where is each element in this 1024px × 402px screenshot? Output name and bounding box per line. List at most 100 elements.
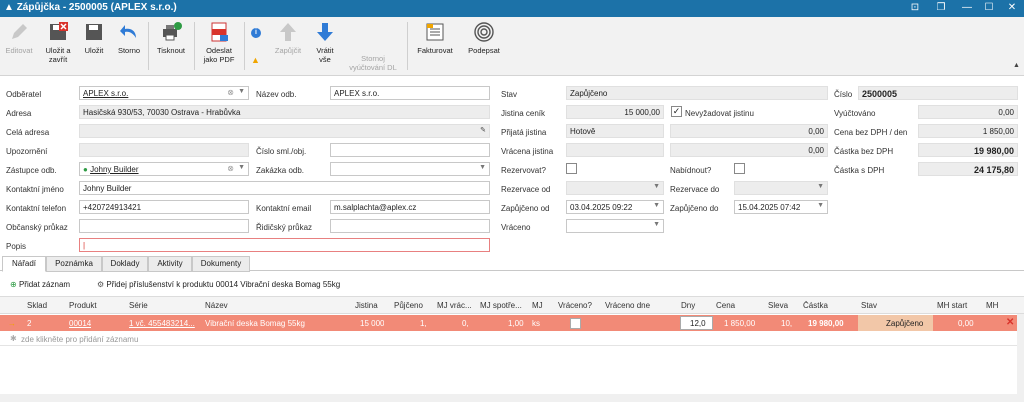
- edit-button[interactable]: Editovat: [4, 21, 34, 55]
- vertical-scrollbar[interactable]: [1017, 314, 1024, 402]
- column-header[interactable]: Vráceno?: [558, 301, 600, 310]
- cislo-sml-field[interactable]: [330, 143, 490, 157]
- column-header[interactable]: MJ: [532, 301, 550, 310]
- column-header[interactable]: Jistina: [355, 301, 385, 310]
- cell-serie-link[interactable]: 1 vč. 455483214...: [129, 319, 201, 328]
- cislo-label: Číslo: [834, 90, 853, 99]
- horizontal-scrollbar[interactable]: [0, 394, 1017, 402]
- save-button[interactable]: Uložit: [80, 21, 108, 55]
- chevron-down-icon[interactable]: ▼: [238, 164, 245, 171]
- add-record-button[interactable]: ⊕ Přidat záznam: [10, 280, 70, 289]
- column-header[interactable]: Dny: [681, 301, 709, 310]
- collapse-ribbon-icon[interactable]: ▲: [1013, 62, 1020, 69]
- maximize-icon[interactable]: ❐: [930, 1, 952, 15]
- zastupce-field[interactable]: ● Johny Builder ⊗ ▼: [79, 162, 249, 176]
- cell-nazev[interactable]: Vibrační deska Bomag 55kg: [205, 319, 305, 328]
- table-row[interactable]: → 2 00014 1 vč. 455483214... Vibrační de…: [0, 315, 1020, 331]
- kontaktni-jmeno-field[interactable]: Johny Builder: [79, 181, 490, 195]
- cancel-dl-button[interactable]: Stornoj vyúčtování DL: [344, 54, 402, 72]
- storno-button[interactable]: Storno: [113, 21, 145, 55]
- column-header[interactable]: Série: [129, 301, 199, 310]
- column-header[interactable]: Název: [205, 301, 345, 310]
- upozorneni-field[interactable]: [79, 143, 249, 157]
- column-header[interactable]: Půjčeno: [394, 301, 430, 310]
- pencil-icon[interactable]: ✎: [480, 126, 486, 134]
- column-header[interactable]: Produkt: [69, 301, 124, 310]
- cell-mj[interactable]: ks: [532, 319, 540, 328]
- tab-doklady[interactable]: Doklady: [102, 256, 148, 272]
- zapujceno-do-field[interactable]: 15.04.2025 07:42 ▼: [734, 200, 828, 214]
- chevron-down-icon[interactable]: ▼: [479, 164, 486, 171]
- vraceno-field[interactable]: ▼: [566, 219, 664, 233]
- info-icon[interactable]: i: [251, 28, 261, 38]
- column-header[interactable]: Částka: [803, 301, 853, 310]
- send-pdf-button[interactable]: Odeslat jako PDF: [199, 21, 239, 64]
- clear-icon[interactable]: ⊗: [227, 88, 234, 97]
- cell-castka[interactable]: 19 980,00: [808, 319, 844, 328]
- column-header[interactable]: MH start: [937, 301, 977, 310]
- lend-button[interactable]: Zapůjčit: [268, 21, 308, 55]
- column-header[interactable]: MH: [986, 301, 1006, 310]
- rezervace-od-field[interactable]: ▼: [566, 181, 664, 195]
- invoice-button[interactable]: Fakturovat: [412, 21, 458, 55]
- column-header[interactable]: Sleva: [768, 301, 798, 310]
- column-header[interactable]: MJ vrác...: [437, 301, 475, 310]
- column-header[interactable]: Stav: [861, 301, 921, 310]
- delete-row-icon[interactable]: ✕: [1006, 317, 1014, 328]
- save-close-button[interactable]: Uložit a zavřít: [40, 21, 76, 64]
- nabidnout-checkbox[interactable]: [734, 163, 745, 174]
- telefon-field[interactable]: +420724913421: [79, 200, 249, 214]
- add-accessory-button[interactable]: ⚙ Přidej příslušenství k produktu 00014 …: [97, 280, 340, 289]
- cell-mj-spot[interactable]: 1,00: [508, 319, 524, 328]
- cell-sleva[interactable]: 10,: [781, 319, 792, 328]
- cell-sklad[interactable]: 2: [27, 319, 31, 328]
- cell-stav[interactable]: Zapůjčeno: [886, 319, 923, 328]
- chevron-down-icon[interactable]: ▼: [238, 88, 245, 95]
- minimize-icon[interactable]: —: [956, 1, 978, 15]
- cell-produkt-link[interactable]: 00014: [69, 319, 91, 328]
- cell-mh-start[interactable]: 0,00: [958, 319, 974, 328]
- sign-button[interactable]: Podepsat: [462, 21, 506, 55]
- odberatel-field[interactable]: APLEX s.r.o. ⊗ ▼: [79, 86, 249, 100]
- cell-pujceno[interactable]: 1,: [420, 319, 427, 328]
- clear-icon[interactable]: ⊗: [227, 164, 234, 173]
- cell-jistina[interactable]: 15 000: [360, 319, 384, 328]
- chevron-down-icon[interactable]: ▼: [817, 202, 824, 209]
- new-row[interactable]: ✱ zde klikněte pro přidání záznamu: [0, 331, 1024, 346]
- nazev-odb-field[interactable]: APLEX s.r.o.: [330, 86, 490, 100]
- nevyzadovat-checkbox[interactable]: ✓: [671, 106, 682, 117]
- popis-field[interactable]: |: [79, 238, 490, 252]
- rezervace-do-field[interactable]: ▼: [734, 181, 828, 195]
- chevron-down-icon[interactable]: ▼: [653, 202, 660, 209]
- rezervovat-checkbox[interactable]: [566, 163, 577, 174]
- obcansky-field[interactable]: [79, 219, 249, 233]
- column-header[interactable]: Sklad: [27, 301, 63, 310]
- print-button[interactable]: Tisknout: [153, 21, 189, 55]
- new-row-hint[interactable]: zde klikněte pro přidání záznamu: [21, 335, 138, 344]
- tab-dokumenty[interactable]: Dokumenty: [192, 256, 250, 272]
- chevron-down-icon[interactable]: ▼: [653, 221, 660, 228]
- column-header[interactable]: Vráceno dne: [605, 301, 675, 310]
- return-all-button[interactable]: Vrátit vše: [308, 21, 342, 64]
- tab-poznamka[interactable]: Poznámka: [46, 256, 102, 272]
- adresa-field[interactable]: Hasičská 930/53, 70030 Ostrava - Hrabůvk…: [79, 105, 490, 119]
- email-field[interactable]: m.salplachta@aplex.cz: [330, 200, 490, 214]
- cell-vraceno-checkbox[interactable]: [570, 318, 581, 329]
- cell-dny-editor[interactable]: 12,0: [690, 319, 706, 328]
- cela-adresa-field[interactable]: ✎: [79, 124, 490, 138]
- column-header[interactable]: MJ spotře...: [480, 301, 525, 310]
- cell-mj-vrac[interactable]: 0,: [462, 319, 469, 328]
- cela-adresa-label: Celá adresa: [6, 128, 50, 137]
- restore-icon[interactable]: ⊡: [904, 1, 926, 15]
- tab-naradi[interactable]: Nářadí: [2, 256, 46, 272]
- chevron-down-icon[interactable]: ▼: [653, 183, 660, 190]
- tab-aktivity[interactable]: Aktivity: [148, 256, 192, 272]
- maximize-window-icon[interactable]: ☐: [978, 1, 1000, 15]
- zapujceno-od-field[interactable]: 03.04.2025 09:22 ▼: [566, 200, 664, 214]
- chevron-down-icon[interactable]: ▼: [817, 183, 824, 190]
- cell-cena[interactable]: 1 850,00: [724, 319, 755, 328]
- zakazka-field[interactable]: ▼: [330, 162, 490, 176]
- ridicsky-field[interactable]: [330, 219, 490, 233]
- column-header[interactable]: Cena: [716, 301, 756, 310]
- close-icon[interactable]: ✕: [1001, 1, 1023, 15]
